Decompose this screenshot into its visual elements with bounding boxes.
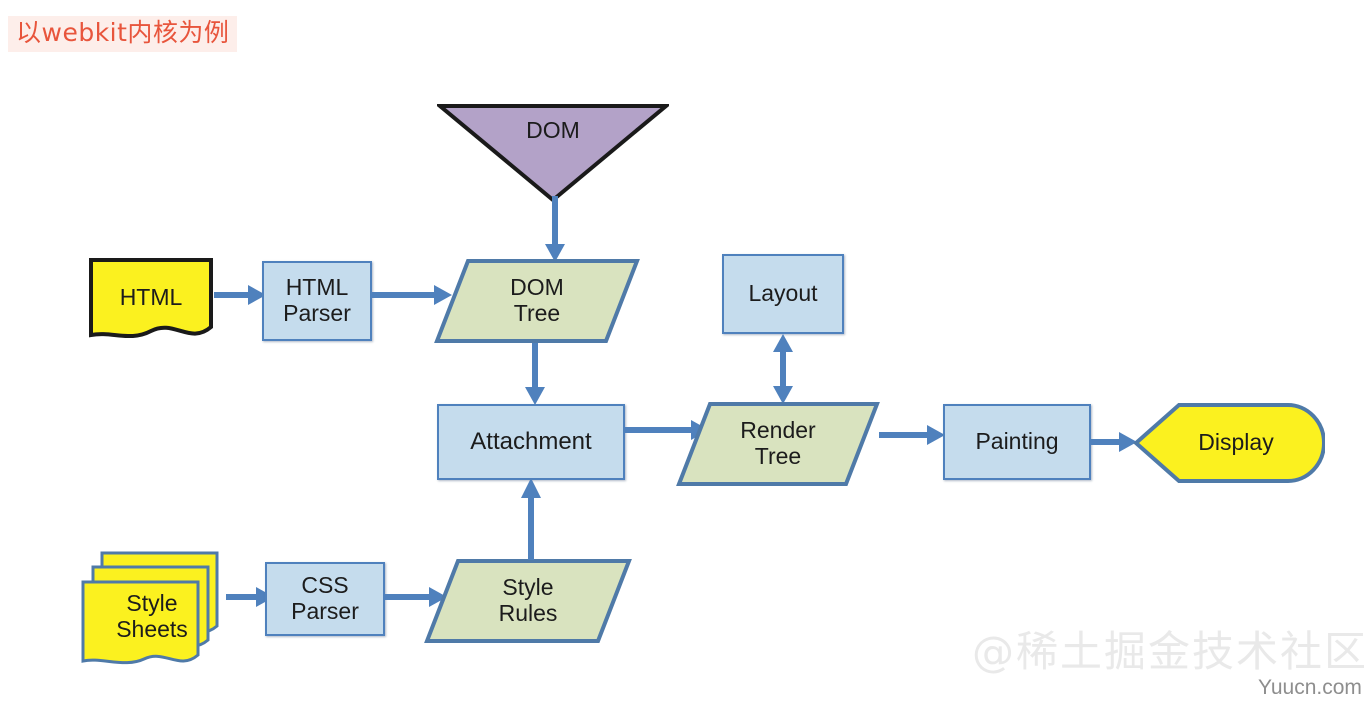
- edge-dom-to-dom-tree: [543, 196, 567, 264]
- node-html-parser: HTML Parser: [262, 261, 372, 341]
- node-html: HTML: [88, 257, 214, 345]
- edge-layout-render-tree-bidirectional: [771, 334, 795, 404]
- node-style-rules-label: Style Rules: [498, 574, 558, 626]
- node-layout-label: Layout: [748, 280, 818, 307]
- node-dom: DOM: [437, 103, 669, 203]
- diagram-canvas: 以webkit内核为例 DOM HTML HTML Parser DOM Tre…: [0, 0, 1372, 712]
- edge-render-tree-to-painting: [879, 423, 947, 447]
- edge-style-rules-to-attachment: [519, 478, 543, 560]
- node-dom-tree: DOM Tree: [434, 258, 640, 344]
- node-css-parser-label: CSS Parser: [291, 572, 359, 624]
- node-stylesheets-label: Style Sheets: [116, 590, 188, 642]
- edge-html-to-html-parser: [214, 283, 268, 307]
- node-html-parser-label: HTML Parser: [283, 274, 351, 326]
- node-painting-label: Painting: [975, 428, 1059, 455]
- node-layout: Layout: [722, 254, 844, 334]
- node-style-rules: Style Rules: [424, 558, 632, 644]
- node-attachment-label: Attachment: [470, 427, 592, 455]
- node-painting: Painting: [943, 404, 1091, 480]
- edge-dom-tree-to-attachment: [523, 343, 547, 407]
- node-html-label: HTML: [119, 284, 183, 311]
- node-display-label: Display: [1198, 429, 1274, 456]
- node-render-tree: Render Tree: [676, 401, 880, 487]
- node-dom-label: DOM: [526, 117, 580, 143]
- watermark-site: Yuucn.com: [1258, 676, 1362, 699]
- node-attachment: Attachment: [437, 404, 625, 480]
- page-title: 以webkit内核为例: [8, 16, 238, 53]
- edge-painting-to-display: [1091, 430, 1139, 454]
- node-stylesheets: Style Sheets: [80, 550, 240, 672]
- watermark-community: @稀土掘金技术社区: [972, 627, 1369, 676]
- node-render-tree-label: Render Tree: [740, 417, 816, 469]
- node-css-parser: CSS Parser: [265, 562, 385, 636]
- node-dom-tree-label: DOM Tree: [510, 274, 564, 326]
- node-display: Display: [1133, 402, 1325, 484]
